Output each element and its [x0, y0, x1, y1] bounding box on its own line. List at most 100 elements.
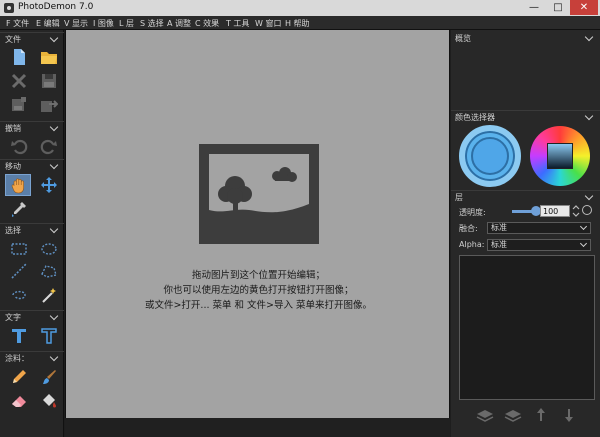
- redo-button[interactable]: [36, 135, 62, 157]
- overview-panel: [451, 45, 600, 107]
- pencil-tool[interactable]: [6, 366, 32, 388]
- overview-label: 概览: [455, 34, 471, 43]
- chevron-down-icon: [584, 32, 594, 42]
- menu-layer[interactable]: L 层: [119, 18, 134, 29]
- alpha-mode-select[interactable]: 标准: [487, 239, 591, 251]
- eyedropper-icon: [12, 202, 26, 217]
- pencil-icon: [13, 370, 26, 383]
- move-layer-up-button[interactable]: [531, 407, 551, 423]
- hint-line-2: 你也可以使用左边的黄色打开按钮打开图像；: [163, 285, 354, 296]
- section-undo[interactable]: 撤销: [0, 121, 64, 133]
- move-layer-down-button[interactable]: [559, 407, 579, 423]
- primary-color-swatch[interactable]: [459, 125, 521, 187]
- text-t-icon: [12, 329, 26, 343]
- section-selection[interactable]: 选择: [0, 223, 64, 235]
- export-button[interactable]: [36, 94, 62, 116]
- paintbrush-icon: [43, 370, 56, 384]
- section-text[interactable]: 文字: [0, 310, 64, 322]
- section-paint-label: 涂料：: [5, 354, 29, 363]
- undo-button[interactable]: [6, 135, 32, 157]
- chevron-down-icon: [584, 111, 594, 121]
- status-bar: [65, 418, 450, 437]
- color-selector-header[interactable]: 颜色选择器: [451, 110, 600, 122]
- add-layer-button[interactable]: [475, 407, 495, 423]
- chevron-down-icon: [49, 160, 59, 170]
- magic-wand-tool[interactable]: [36, 284, 62, 306]
- move-arrows-icon: [41, 177, 57, 193]
- menu-effect[interactable]: C 效果: [195, 18, 219, 29]
- delete-layer-button[interactable]: [503, 407, 523, 423]
- section-selection-label: 选择: [5, 226, 21, 235]
- open-image-button[interactable]: [36, 46, 62, 68]
- lasso-icon: [12, 290, 26, 300]
- hint-line-1: 拖动图片到这个位置开始编辑；: [191, 270, 325, 281]
- right-panel: 概览 颜色选择器 层 透明度: 100 融合: 标准 Alpha: 标准: [451, 30, 600, 437]
- new-file-icon: [14, 49, 25, 65]
- chevron-down-icon: [49, 122, 59, 132]
- opacity-input[interactable]: 100: [540, 205, 570, 217]
- menu-view[interactable]: V 显示: [64, 18, 88, 29]
- save-button[interactable]: [36, 70, 62, 92]
- eraser-tool[interactable]: [6, 390, 32, 412]
- color-wheel[interactable]: [530, 126, 590, 186]
- opacity-spinner-icon[interactable]: [572, 204, 580, 218]
- save-disk-icon: [42, 74, 56, 88]
- move-tool[interactable]: [36, 174, 62, 196]
- section-file[interactable]: 文件: [0, 32, 64, 44]
- save-as-icon: [12, 97, 26, 111]
- basic-text-tool[interactable]: [6, 325, 32, 347]
- menu-edit[interactable]: E 编辑: [36, 18, 60, 29]
- layers-label: 层: [455, 193, 463, 202]
- menu-select[interactable]: S 选择: [140, 18, 164, 29]
- save-as-button[interactable]: [6, 94, 32, 116]
- close-image-button[interactable]: [6, 70, 32, 92]
- menu-tools[interactable]: T 工具: [226, 18, 249, 29]
- polygon-selection-icon: [41, 265, 57, 278]
- polygon-select-tool[interactable]: [36, 260, 62, 282]
- eraser-icon: [12, 396, 26, 407]
- menu-window[interactable]: W 窗口: [255, 18, 281, 29]
- reset-icon[interactable]: [582, 205, 592, 215]
- brush-tool[interactable]: [36, 366, 62, 388]
- redo-icon: [40, 139, 57, 155]
- close-button[interactable]: ✕: [570, 0, 598, 15]
- blend-label: 融合:: [459, 224, 478, 233]
- rect-select-tool[interactable]: [6, 238, 32, 260]
- folder-open-icon: [41, 52, 57, 64]
- typography-text-tool[interactable]: [36, 325, 62, 347]
- fill-tool[interactable]: [36, 390, 62, 412]
- canvas-area[interactable]: 拖动图片到这个位置开始编辑； 你也可以使用左边的黄色打开按钮打开图像； 或文件>…: [65, 30, 450, 418]
- chevron-down-icon: [579, 239, 588, 248]
- undo-icon: [11, 139, 28, 155]
- blend-mode-select[interactable]: 标准: [487, 222, 591, 234]
- ellipse-select-tool[interactable]: [36, 238, 62, 260]
- blend-mode-value: 标准: [491, 223, 507, 232]
- rect-selection-icon: [11, 243, 27, 255]
- toolbox: 文件 撤销 移动 选择 文字 涂料：: [0, 30, 64, 437]
- overview-header[interactable]: 概览: [451, 32, 600, 44]
- arrow-down-icon: [565, 409, 573, 422]
- layer-list[interactable]: [459, 255, 595, 400]
- menu-help[interactable]: H 帮助: [285, 18, 310, 29]
- minimize-button[interactable]: —: [522, 0, 546, 15]
- section-move[interactable]: 移动: [0, 159, 64, 171]
- title-bar: PhotoDemon 7.0 — □ ✕: [0, 0, 600, 16]
- image-placeholder-icon: [199, 144, 319, 244]
- lasso-select-tool[interactable]: [6, 284, 32, 306]
- menu-adjust[interactable]: A 调整: [167, 18, 191, 29]
- layers-header[interactable]: 层: [451, 190, 600, 202]
- new-image-button[interactable]: [6, 46, 32, 68]
- ellipse-selection-icon: [41, 243, 57, 255]
- menu-file[interactable]: F 文件: [6, 18, 29, 29]
- close-x-icon: [11, 73, 27, 89]
- maximize-button[interactable]: □: [546, 0, 570, 15]
- hand-tool[interactable]: [5, 174, 31, 196]
- line-select-tool[interactable]: [6, 260, 32, 282]
- menu-image[interactable]: I 图像: [93, 18, 114, 29]
- chevron-down-icon: [584, 191, 594, 201]
- color-picker-tool[interactable]: [6, 198, 32, 220]
- opacity-label: 透明度:: [459, 208, 486, 217]
- chevron-down-icon: [49, 311, 59, 321]
- section-paint[interactable]: 涂料：: [0, 351, 64, 363]
- saturation-square[interactable]: [547, 143, 573, 169]
